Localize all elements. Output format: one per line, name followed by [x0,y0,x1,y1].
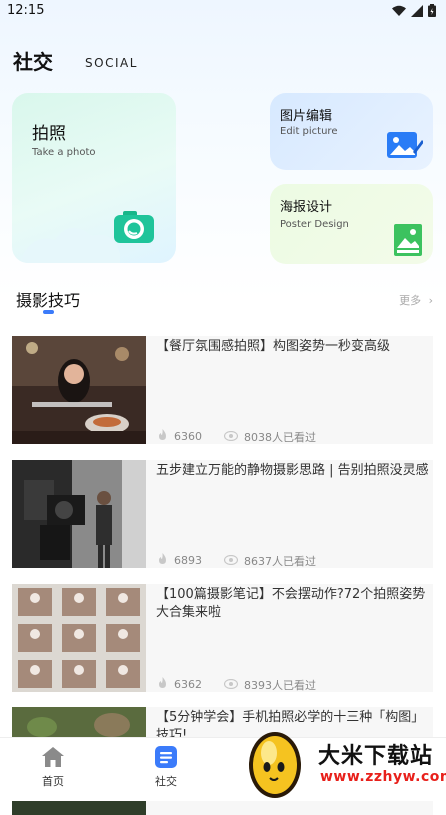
status-time: 12:15 [7,3,45,18]
tab-home[interactable]: 首页 [23,746,83,789]
edit-picture-title: 图片编辑 [280,109,333,124]
page-title: 社交 [13,50,53,74]
tab-social-label: 社交 [155,775,177,788]
take-photo-card[interactable]: 拍照 Take a photo [12,93,176,263]
article-item[interactable]: 【餐厅氛围感拍照】构图姿势一秒变高级 6360 8038人已看过 [12,336,433,444]
poster-design-subtitle: Poster Design [280,219,349,230]
likes-count: 6362 [174,678,202,691]
more-label: 更多 [399,294,422,307]
views-count: 8637人已看过 [244,555,316,568]
take-photo-subtitle: Take a photo [32,147,96,158]
image-edit-icon [387,132,423,158]
take-photo-title: 拍照 [32,124,66,144]
tab-social[interactable]: 社交 [136,746,196,789]
status-icons [392,4,436,17]
wifi-icon [392,5,406,16]
likes-count: 6360 [174,430,202,443]
eye-icon [223,430,239,444]
home-icon [42,747,64,767]
article-likes: 6362 [157,677,202,692]
article-title: 五步建立万能的静物摄影思路 | 告别拍照没灵感 [156,463,429,478]
poster-design-title: 海报设计 [280,200,333,215]
article-title: 【100篇摄影笔记】不会摆动作?72个拍照姿势大合集来啦 [156,587,426,620]
page-subtitle: SOCIAL [85,56,138,70]
section-indicator [43,310,54,314]
watermark-name: 大米下载站 [318,744,434,769]
camera-icon [114,211,154,243]
like-icon [157,429,168,444]
chevron-right-icon: › [428,294,433,307]
eye-icon [223,554,239,568]
article-views: 8393人已看过 [223,677,316,693]
views-count: 8038人已看过 [244,431,316,444]
edit-picture-subtitle: Edit picture [280,126,338,137]
like-icon [157,553,168,568]
edit-picture-card[interactable]: 图片编辑 Edit picture [270,93,433,170]
likes-count: 6893 [174,554,202,567]
social-icon [155,746,177,768]
article-likes: 6360 [157,429,202,444]
battery-icon [428,4,436,17]
section-title: 摄影技巧 [16,291,81,310]
article-thumbnail [12,460,146,568]
status-bar: 12:15 [0,0,446,24]
article-title: 【餐厅氛围感拍照】构图姿势一秒变高级 [156,339,391,354]
like-icon [157,677,168,692]
more-link[interactable]: 更多 › [399,292,433,308]
views-count: 8393人已看过 [244,679,316,692]
article-views: 8637人已看过 [223,553,316,569]
article-item[interactable]: 【100篇摄影笔记】不会摆动作?72个拍照姿势大合集来啦 6362 8393人已… [12,584,433,692]
article-views: 8038人已看过 [223,429,316,445]
watermark-url: www.zzhyw.com [320,769,446,785]
article-item[interactable]: 五步建立万能的静物摄影思路 | 告别拍照没灵感 6893 8637人已看过 [12,460,433,568]
poster-icon [394,224,422,256]
article-likes: 6893 [157,553,202,568]
cloud-decoration [20,227,120,263]
signal-icon [411,4,423,17]
article-thumbnail [12,584,146,692]
poster-design-card[interactable]: 海报设计 Poster Design [270,184,433,264]
eye-icon [223,678,239,692]
article-thumbnail [12,336,146,444]
tab-home-label: 首页 [42,775,64,788]
